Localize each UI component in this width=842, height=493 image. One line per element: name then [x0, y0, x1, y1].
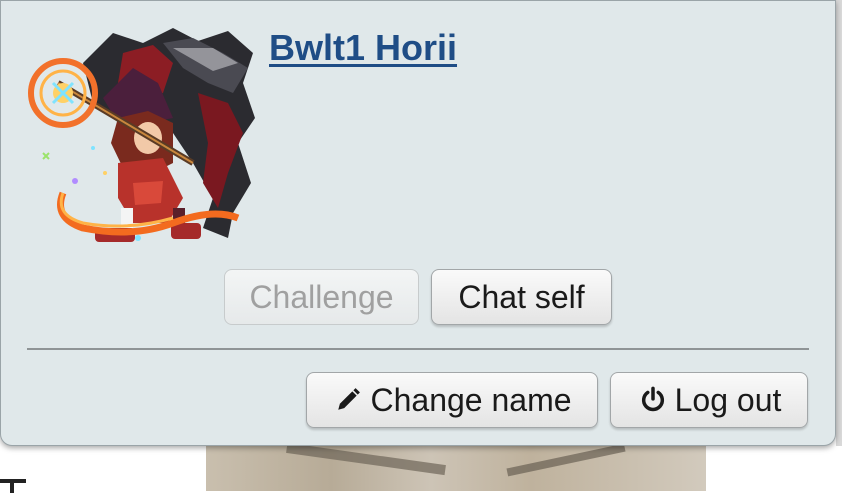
background-page-edge	[836, 0, 842, 491]
avatar-image	[28, 28, 255, 242]
chat-self-button[interactable]: Chat self	[431, 269, 612, 325]
pencil-icon	[332, 384, 364, 416]
challenge-button-label: Challenge	[249, 278, 394, 315]
divider	[27, 348, 809, 350]
change-name-button-label: Change name	[370, 381, 572, 418]
log-out-button[interactable]: Log out	[610, 372, 808, 428]
change-name-button[interactable]: Change name	[306, 372, 598, 428]
background-text-fragment	[0, 479, 26, 493]
user-popup: Bwlt1 Horii Challenge Chat self Change n…	[0, 0, 836, 446]
power-icon	[637, 384, 669, 416]
avatar	[23, 23, 259, 255]
challenge-button[interactable]: Challenge	[224, 269, 419, 325]
background-photo	[206, 446, 706, 491]
chat-self-button-label: Chat self	[458, 278, 585, 315]
log-out-button-label: Log out	[674, 381, 782, 418]
username-link[interactable]: Bwlt1 Horii	[269, 27, 457, 69]
